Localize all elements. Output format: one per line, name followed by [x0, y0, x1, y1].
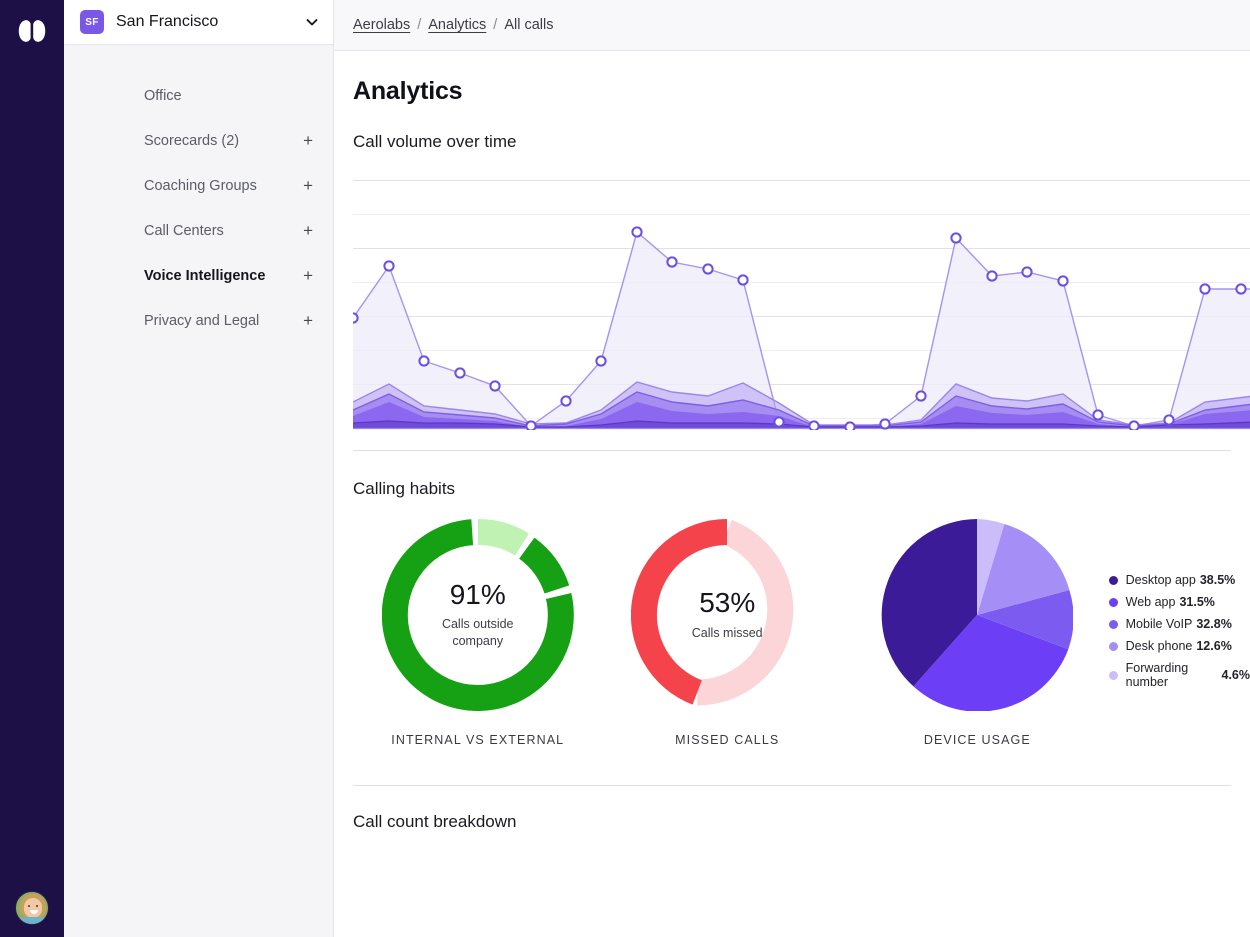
page-content: Analytics Call volume over time: [334, 51, 1250, 937]
plus-icon[interactable]: +: [303, 312, 313, 329]
sidebar-item-call-centers[interactable]: Call Centers +: [64, 208, 333, 253]
breadcrumb-separator: /: [493, 17, 497, 33]
habits-row: 91% Calls outside company INTERNAL VS EX…: [353, 519, 1250, 747]
pie-column: DEVICE USAGE: [852, 519, 1103, 747]
legend-label: Mobile VoIP: [1126, 617, 1193, 631]
avatar-eye-right: [36, 905, 38, 907]
call-volume-section: Call volume over time: [353, 132, 1250, 430]
sidebar: SF San Francisco Office Scorecards (2) +…: [64, 0, 334, 937]
page-title: Analytics: [353, 77, 1250, 106]
pie-caption-device-usage: DEVICE USAGE: [924, 733, 1031, 747]
avatar-eye-left: [28, 905, 30, 907]
calling-habits-section: Calling habits: [353, 479, 1250, 747]
chart-area-total: [353, 232, 1250, 428]
sidebar-item-privacy-and-legal[interactable]: Privacy and Legal +: [64, 298, 333, 343]
donut-card-internal-vs-external: 91% Calls outside company INTERNAL VS EX…: [353, 519, 602, 747]
breadcrumb-separator: /: [417, 17, 421, 33]
sidebar-item-label: Privacy and Legal: [144, 313, 303, 329]
legend-item-forwarding-number[interactable]: Forwarding number 4.6%: [1109, 661, 1250, 689]
legend-value: 4.6%: [1222, 668, 1250, 682]
donut-missed-calls[interactable]: 53% Calls missed: [631, 519, 823, 711]
sidebar-item-label: Coaching Groups: [144, 178, 303, 194]
breadcrumb: Aerolabs / Analytics / All calls: [334, 0, 1250, 51]
donut-value: 91%: [450, 580, 506, 609]
legend-value: 32.8%: [1196, 617, 1231, 631]
breadcrumb-item-all-calls: All calls: [504, 17, 553, 33]
sidebar-item-label: Call Centers: [144, 223, 303, 239]
legend-label: Desk phone: [1126, 639, 1193, 653]
sidebar-item-coaching-groups[interactable]: Coaching Groups +: [64, 163, 333, 208]
donut-caption-missed-calls: MISSED CALLS: [675, 733, 779, 747]
sidebar-item-label: Scorecards (2): [144, 133, 303, 149]
sidebar-item-label: Office: [144, 88, 313, 104]
plus-icon[interactable]: +: [303, 177, 313, 194]
sidebar-item-voice-intelligence[interactable]: Voice Intelligence +: [64, 253, 333, 298]
legend-color-dot: [1109, 620, 1118, 629]
app-logo-icon[interactable]: [12, 14, 52, 48]
legend-label: Web app: [1126, 595, 1176, 609]
avatar-body: [18, 917, 48, 925]
legend-color-dot: [1109, 598, 1118, 607]
call-volume-svg[interactable]: [353, 170, 1250, 430]
donut-sublabel: Calls missed: [692, 625, 763, 642]
legend-value: 31.5%: [1179, 595, 1214, 609]
section-divider-1: [353, 450, 1231, 451]
donut-sublabel: Calls outside company: [423, 616, 533, 650]
workspace-selector[interactable]: SF San Francisco: [64, 0, 333, 45]
sidebar-nav: Office Scorecards (2) + Coaching Groups …: [64, 45, 333, 343]
legend-label: Forwarding number: [1126, 661, 1218, 689]
pie-card-device-usage: DEVICE USAGE Desktop app 38.5% Web app: [852, 519, 1250, 747]
legend-value: 12.6%: [1196, 639, 1231, 653]
plus-icon[interactable]: +: [303, 132, 313, 149]
main-area: Aerolabs / Analytics / All calls Analyti…: [334, 0, 1250, 937]
sidebar-item-office[interactable]: Office: [64, 73, 333, 118]
breadcrumb-item-aerolabs[interactable]: Aerolabs: [353, 17, 410, 33]
user-avatar[interactable]: [15, 891, 49, 925]
workspace-badge: SF: [80, 10, 104, 34]
device-usage-legend: Desktop app 38.5% Web app 31.5% Mobile V…: [1109, 573, 1250, 697]
app-rail: [0, 0, 64, 937]
section-title-call-volume: Call volume over time: [353, 132, 1250, 152]
pie-device-usage[interactable]: [881, 519, 1073, 711]
legend-item-mobile-voip[interactable]: Mobile VoIP 32.8%: [1109, 617, 1250, 631]
donut-card-missed-calls: 53% Calls missed MISSED CALLS: [602, 519, 851, 747]
breadcrumb-item-analytics[interactable]: Analytics: [428, 17, 486, 33]
section-title-calling-habits: Calling habits: [353, 479, 1250, 499]
sidebar-item-label: Voice Intelligence: [144, 268, 303, 284]
donut-center-internal: 91% Calls outside company: [382, 519, 574, 711]
section-title-call-count-breakdown: Call count breakdown: [353, 812, 1250, 832]
legend-value: 38.5%: [1200, 573, 1235, 587]
legend-item-desktop-app[interactable]: Desktop app 38.5%: [1109, 573, 1250, 587]
legend-item-web-app[interactable]: Web app 31.5%: [1109, 595, 1250, 609]
section-divider-2: [353, 785, 1231, 786]
avatar-face: [24, 898, 42, 918]
workspace-name: San Francisco: [116, 13, 305, 31]
legend-color-dot: [1109, 642, 1118, 651]
sidebar-item-scorecards[interactable]: Scorecards (2) +: [64, 118, 333, 163]
call-volume-chart[interactable]: [353, 170, 1250, 430]
donut-caption-internal-vs-external: INTERNAL VS EXTERNAL: [391, 733, 564, 747]
call-count-breakdown-section: Call count breakdown: [353, 812, 1250, 832]
legend-color-dot: [1109, 576, 1118, 585]
donut-internal-vs-external[interactable]: 91% Calls outside company: [382, 519, 574, 711]
legend-label: Desktop app: [1126, 573, 1196, 587]
chevron-down-icon[interactable]: [305, 15, 319, 29]
app-root: SF San Francisco Office Scorecards (2) +…: [0, 0, 1250, 937]
donut-center-missed: 53% Calls missed: [631, 519, 823, 711]
legend-color-dot: [1109, 671, 1118, 680]
legend-item-desk-phone[interactable]: Desk phone 12.6%: [1109, 639, 1250, 653]
donut-value: 53%: [699, 588, 755, 617]
plus-icon[interactable]: +: [303, 267, 313, 284]
plus-icon[interactable]: +: [303, 222, 313, 239]
